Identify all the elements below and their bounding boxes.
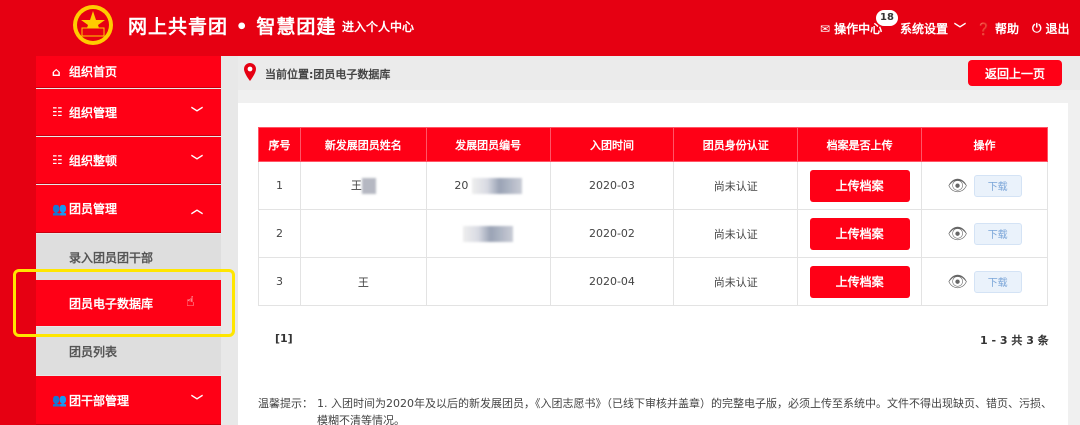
download-button[interactable]: 下载: [973, 174, 1022, 197]
row-number: 3: [258, 257, 301, 306]
highlight-box: [13, 269, 235, 337]
upload-file-button[interactable]: 上传档案: [809, 217, 910, 250]
tip-label: 温馨提示：: [258, 397, 313, 410]
question-icon: ❓: [976, 21, 991, 36]
sidebar-item-label: 团员管理: [69, 202, 118, 216]
ops-center-label: 操作中心: [834, 22, 883, 36]
record-count: 1 - 3 共 3 条: [980, 334, 1049, 347]
sidebar-subitem-label: 录入团员团干部: [69, 250, 154, 265]
member-name-cell: 王: [299, 161, 427, 210]
column-header: 新发展团员姓名: [299, 127, 427, 162]
sidebar-subitem-label: 团员列表: [69, 344, 118, 359]
download-button[interactable]: 下载: [973, 222, 1022, 245]
ops-center-button[interactable]: ✉ 操作中心: [820, 20, 882, 37]
logout-button[interactable]: ⏻ 退出: [1032, 20, 1070, 37]
operations-cell: 👁 下载: [921, 209, 1048, 258]
member-name-cell: 王: [299, 257, 427, 306]
join-date: 2020-02: [549, 209, 675, 258]
auth-status: 尚未认证: [673, 209, 799, 258]
member-code-cell: 20: [425, 161, 551, 210]
redacted-blur: [471, 177, 522, 194]
logout-label: 退出: [1045, 22, 1070, 36]
home-icon: ⌂: [52, 64, 61, 79]
chevron-down-icon: ﹀: [190, 105, 203, 120]
eye-icon[interactable]: 👁: [947, 176, 967, 195]
sitemap-icon: ☷: [52, 105, 63, 119]
operations-cell: 👁 下载: [921, 161, 1048, 210]
table-header-row: 序号 新发展团员姓名 发展团员编号 入团时间 团员身份认证 档案是否上传 操作: [258, 127, 1048, 162]
sitemap-icon: ☷: [52, 153, 63, 167]
settings-menu[interactable]: 系统设置 ﹀: [900, 20, 966, 37]
location-pin-icon: [244, 63, 256, 81]
member-name-cell: [299, 209, 427, 258]
sidebar-item-org-home[interactable]: ⌂ 组织首页: [36, 56, 221, 88]
chevron-down-icon: ﹀: [190, 153, 203, 168]
tip-body: 1. 入团时间为2020年及以后的新发展团员，《入团志愿书》（已线下审核并盖章）…: [317, 397, 1052, 425]
eye-icon[interactable]: 👁: [947, 224, 967, 243]
personal-center-link[interactable]: 进入个人中心: [342, 18, 414, 35]
upload-cell: 上传档案: [797, 209, 923, 258]
sidebar-item-cadre-manage[interactable]: 👥 团干部管理 ﹀: [36, 376, 221, 425]
upload-file-button[interactable]: 上传档案: [809, 169, 910, 202]
row-number: 1: [258, 161, 301, 210]
power-icon: ⏻: [1032, 21, 1042, 35]
breadcrumb: 当前位置:团员电子数据库: [265, 68, 391, 81]
upload-cell: 上传档案: [797, 257, 923, 306]
member-code: 20: [454, 178, 469, 192]
app-title: 网上共青团 • 智慧团建: [128, 16, 337, 38]
help-button[interactable]: ❓ 帮助: [976, 20, 1019, 37]
chevron-up-icon: ︿: [190, 202, 203, 216]
operations-cell: 👁 下载: [921, 257, 1048, 306]
sidebar-item-org-rectify[interactable]: ☷ 组织整顿 ﹀: [36, 137, 221, 184]
table-row: 3 王 2020-04 尚未认证 上传档案 👁 下载: [258, 257, 1048, 306]
back-button[interactable]: 返回上一页: [968, 60, 1062, 86]
column-header: 入团时间: [549, 127, 675, 162]
column-header: 序号: [258, 127, 301, 162]
table-row: 1 王 20 2020-03 尚未认证 上传档案 👁 下载: [258, 161, 1048, 210]
redacted-blur: [361, 178, 376, 194]
sidebar-item-label: 组织管理: [69, 105, 118, 120]
pagination-page[interactable]: [1]: [275, 332, 293, 345]
sidebar-item-label: 组织首页: [69, 65, 118, 79]
sidebar-item-label: 团干部管理: [69, 393, 130, 408]
column-header: 档案是否上传: [797, 127, 923, 162]
sidebar-item-member-manage[interactable]: 👥 团员管理 ︿: [36, 185, 221, 233]
notification-badge: 18: [876, 10, 898, 26]
table-row: 2 2020-02 尚未认证 上传档案 👁 下载: [258, 209, 1048, 258]
settings-label: 系统设置: [900, 22, 949, 36]
join-date: 2020-04: [549, 257, 675, 306]
youth-league-emblem-icon: [73, 5, 113, 45]
help-label: 帮助: [994, 22, 1019, 36]
chevron-down-icon: ﹀: [190, 393, 203, 408]
envelope-icon: ✉: [820, 21, 831, 36]
column-header: 团员身份认证: [673, 127, 799, 162]
column-header: 操作: [921, 127, 1048, 162]
auth-status: 尚未认证: [673, 257, 799, 306]
column-header: 发展团员编号: [425, 127, 551, 162]
member-code-cell: [425, 257, 551, 306]
users-icon: 👥: [52, 393, 67, 407]
member-code-cell: [425, 209, 551, 258]
member-table: 序号 新发展团员姓名 发展团员编号 入团时间 团员身份认证 档案是否上传 操作 …: [258, 127, 1048, 306]
download-button[interactable]: 下载: [973, 270, 1022, 293]
chevron-down-icon: ﹀: [954, 22, 967, 36]
sidebar-stripe: [0, 56, 36, 425]
upload-cell: 上传档案: [797, 161, 923, 210]
auth-status: 尚未认证: [673, 161, 799, 210]
users-icon: 👥: [52, 201, 67, 216]
top-header: 网上共青团 • 智慧团建 进入个人中心 ✉ 操作中心 18 系统设置 ﹀ ❓ 帮…: [0, 0, 1080, 56]
join-date: 2020-03: [549, 161, 675, 210]
redacted-blur: [463, 225, 514, 242]
sidebar-item-org-manage[interactable]: ☷ 组织管理 ﹀: [36, 89, 221, 136]
sidebar-item-label: 组织整顿: [69, 153, 118, 168]
eye-icon[interactable]: 👁: [947, 272, 967, 291]
member-name: 王: [357, 275, 369, 289]
upload-file-button[interactable]: 上传档案: [809, 265, 910, 298]
row-number: 2: [258, 209, 301, 258]
member-name: 王: [350, 179, 362, 192]
